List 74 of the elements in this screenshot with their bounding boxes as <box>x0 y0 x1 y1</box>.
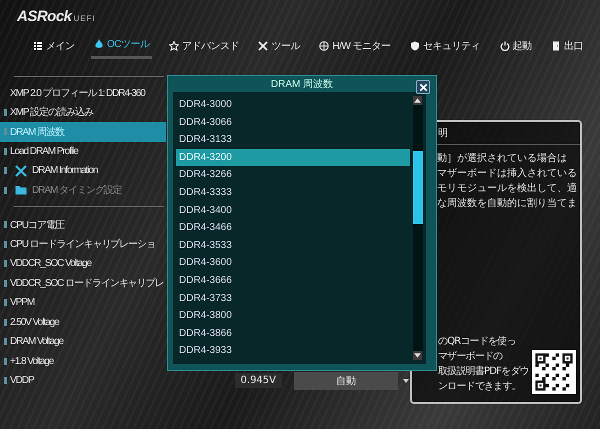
setting-label[interactable]: 2.50V Voltage <box>10 316 59 328</box>
scroll-down-icon[interactable] <box>413 351 422 360</box>
scroll-down-icon[interactable] <box>402 376 410 385</box>
help-text: マザーボードは挿入されている <box>437 166 578 181</box>
frequency-option[interactable]: DDR4-3600 <box>176 254 413 272</box>
setting-label[interactable]: CPU ロードラインキャリブレーショ <box>10 237 155 252</box>
bullet-icon <box>4 221 7 228</box>
nav-tab[interactable]: セキュリティ <box>407 35 484 59</box>
list-icon <box>33 40 43 50</box>
help-text: な周波数を自動的に割り当てま <box>437 196 578 211</box>
help-text: のQRコードを使っ <box>438 335 517 349</box>
setting-label[interactable]: Load DRAM Profile <box>10 146 78 157</box>
bullet-icon <box>4 318 7 326</box>
frequency-option[interactable]: DDR4-3733 <box>176 290 413 308</box>
setting-label[interactable]: DRAM Information <box>32 165 98 176</box>
bullet-icon <box>4 377 7 384</box>
close-button[interactable] <box>416 80 430 94</box>
dialog-title: DRAM 周波数 <box>270 78 334 92</box>
shield-icon <box>410 40 420 50</box>
door-icon <box>551 40 561 50</box>
bullet-icon <box>4 148 7 155</box>
help-text: 取扱説明書PDFをダウ <box>438 364 530 379</box>
frequency-option[interactable]: DDR4-3000 <box>176 96 413 114</box>
bullet-icon <box>4 358 7 365</box>
bullet-icon <box>4 108 7 116</box>
setting-label[interactable]: XMP 設定の読み込み <box>10 105 93 120</box>
setting-label[interactable]: DRAM Voltage <box>10 336 63 348</box>
setting-value: 0.945V <box>234 373 282 388</box>
bullet-icon <box>4 186 7 194</box>
help-text: マザーボードの <box>438 350 504 364</box>
help-text: モリモジュールを検出して、適 <box>437 182 578 196</box>
folder-icon <box>15 184 27 196</box>
qr-code-icon <box>532 350 576 394</box>
nav-tab[interactable]: ツール <box>255 35 303 59</box>
nav-tab[interactable]: H/W モニター <box>316 35 394 59</box>
frequency-option[interactable]: DDR4-3800 <box>176 307 413 325</box>
nav-tab[interactable]: 起動 <box>496 35 535 59</box>
frequency-option[interactable]: DDR4-3266 <box>176 166 413 184</box>
bullet-icon <box>4 167 7 174</box>
frequency-option[interactable]: DDR4-3066 <box>176 114 413 132</box>
help-text: ンロードできます。 <box>438 380 522 394</box>
frequency-option[interactable]: DDR4-3466 <box>176 219 413 237</box>
setting-label[interactable]: CPUコア電圧 <box>10 218 64 232</box>
scrollbar[interactable] <box>413 96 423 360</box>
globe-icon <box>319 40 330 50</box>
frequency-option[interactable]: DDR4-3133 <box>176 131 413 149</box>
star-icon <box>168 40 179 50</box>
setting-label[interactable]: +1.8 Voltage <box>10 356 54 367</box>
setting-label[interactable]: VDDP <box>10 375 34 386</box>
nav-tab[interactable]: アドバンスド <box>166 35 242 59</box>
nav-tab[interactable]: 出口 <box>548 35 586 59</box>
bullet-icon <box>4 240 7 248</box>
setting-label[interactable]: VDDCR_SOC Voltage <box>10 258 92 270</box>
bullet-icon <box>4 128 7 136</box>
bullet-icon <box>4 280 7 287</box>
setting-label[interactable]: VDDCR_SOC ロードラインキャリブレ <box>10 276 164 290</box>
option-button[interactable]: 自動 <box>294 372 398 390</box>
setting-label: XMP 2.0 プロフィール 1: DDR4-360 <box>10 86 145 100</box>
help-text: 動］が選択されている場合は <box>437 152 568 166</box>
frequency-option[interactable]: DDR4-3866 <box>176 324 413 342</box>
nav-tab[interactable]: OCツール <box>90 35 152 59</box>
frequency-option[interactable]: DDR4-3666 <box>176 272 413 290</box>
bullet-icon <box>4 260 7 268</box>
frequency-option[interactable]: DDR4-3400 <box>176 202 413 220</box>
setting-label[interactable]: VPPM <box>10 297 34 308</box>
bullet-icon <box>4 299 7 306</box>
nav-tab[interactable]: メイン <box>30 35 78 59</box>
frequency-option[interactable]: DDR4-3533 <box>176 236 413 254</box>
logo: ASRockUEFI <box>17 8 96 25</box>
frequency-option[interactable]: DDR4-3933 <box>176 342 413 360</box>
power-icon <box>500 40 510 50</box>
frequency-option[interactable]: DDR4-3333 <box>176 184 413 202</box>
bullet-icon <box>4 338 7 346</box>
scroll-up-icon[interactable] <box>413 96 422 106</box>
